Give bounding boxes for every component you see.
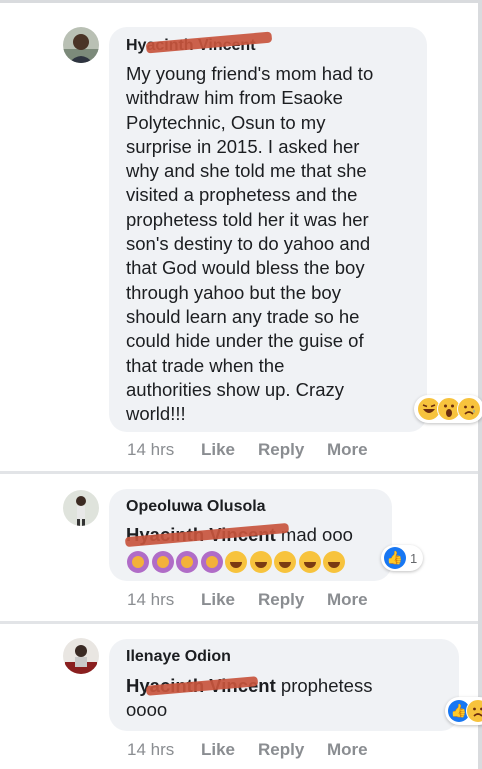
reaction-count: 1	[410, 550, 418, 566]
comment-line: world!!!	[126, 403, 186, 425]
reply-button[interactable]: Reply	[258, 440, 304, 460]
thumbs-up-icon: 👍	[384, 547, 406, 569]
more-button[interactable]: More	[327, 440, 368, 460]
reaction-summary[interactable]: 👍	[445, 697, 482, 725]
comment-line: should learn any trade so he	[126, 305, 360, 327]
laughing-emoji	[225, 551, 247, 573]
comment-line: visited a prophetess and the	[126, 184, 358, 206]
comment-line: son's destiny to do yahoo and	[126, 233, 371, 255]
comment-author[interactable]: Ilenaye Odion	[126, 648, 231, 666]
comment-line: through yahoo but the boy	[126, 281, 341, 303]
sad-icon	[466, 699, 482, 723]
comment-actions: 14 hrs Like Reply More	[127, 740, 387, 762]
comment-line: surprise in 2015. I asked her	[126, 135, 360, 157]
avatar[interactable]	[63, 638, 99, 674]
comment-line: prophetess told her it was her	[126, 208, 369, 230]
facepalm-emoji	[151, 551, 174, 573]
comment-line: why and she told me that she	[126, 160, 367, 182]
comment-author[interactable]: Opeoluwa Olusola	[126, 498, 266, 516]
comment-text-body: oooo	[126, 699, 168, 721]
top-edge	[0, 0, 482, 3]
comment-text: Hyacinth Vincent prophetess oooo	[126, 674, 451, 723]
reply-button[interactable]: Reply	[258, 590, 304, 610]
comment-text: My young friend's mom had to withdraw hi…	[126, 62, 421, 426]
laughing-emoji	[274, 551, 296, 573]
comment-line: Polytechnic, Osun to my	[126, 111, 326, 133]
timestamp[interactable]: 14 hrs	[127, 590, 174, 610]
emoji-row	[127, 551, 348, 573]
facepalm-emoji	[176, 551, 198, 573]
sad-icon	[457, 397, 481, 421]
like-button[interactable]: Like	[201, 740, 235, 760]
comment-line: My young friend's mom had to	[126, 63, 374, 84]
facepalm-emoji	[200, 551, 223, 573]
laughing-emoji	[249, 551, 272, 573]
avatar[interactable]	[63, 490, 99, 526]
laughing-emoji	[323, 551, 345, 573]
more-button[interactable]: More	[327, 740, 368, 760]
comment-actions: 14 hrs Like Reply More	[127, 590, 387, 612]
right-edge	[478, 0, 482, 769]
comment-actions: 14 hrs Like Reply More	[127, 440, 387, 462]
more-button[interactable]: More	[327, 590, 368, 610]
avatar[interactable]	[63, 27, 99, 63]
like-button[interactable]: Like	[201, 440, 235, 460]
facepalm-emoji	[127, 551, 149, 573]
laughing-emoji	[298, 551, 321, 573]
reaction-summary[interactable]: 👍 1	[381, 545, 424, 571]
divider	[0, 471, 478, 474]
comment-text-body: prophetess	[280, 675, 373, 696]
comment-line: withdraw him from Esaoke	[126, 87, 343, 109]
comment-line: that trade when the	[126, 354, 285, 376]
reaction-summary[interactable]	[414, 395, 482, 423]
divider	[0, 621, 478, 624]
comment-line: authorities show up. Crazy	[126, 378, 344, 400]
comment-text-body: mad ooo	[280, 524, 353, 545]
like-button[interactable]: Like	[201, 590, 235, 610]
timestamp[interactable]: 14 hrs	[127, 440, 174, 460]
timestamp[interactable]: 14 hrs	[127, 740, 174, 760]
reply-button[interactable]: Reply	[258, 740, 304, 760]
comment-line: that God would bless the boy	[126, 257, 365, 279]
comment-line: could hide under the guise of	[126, 330, 364, 352]
